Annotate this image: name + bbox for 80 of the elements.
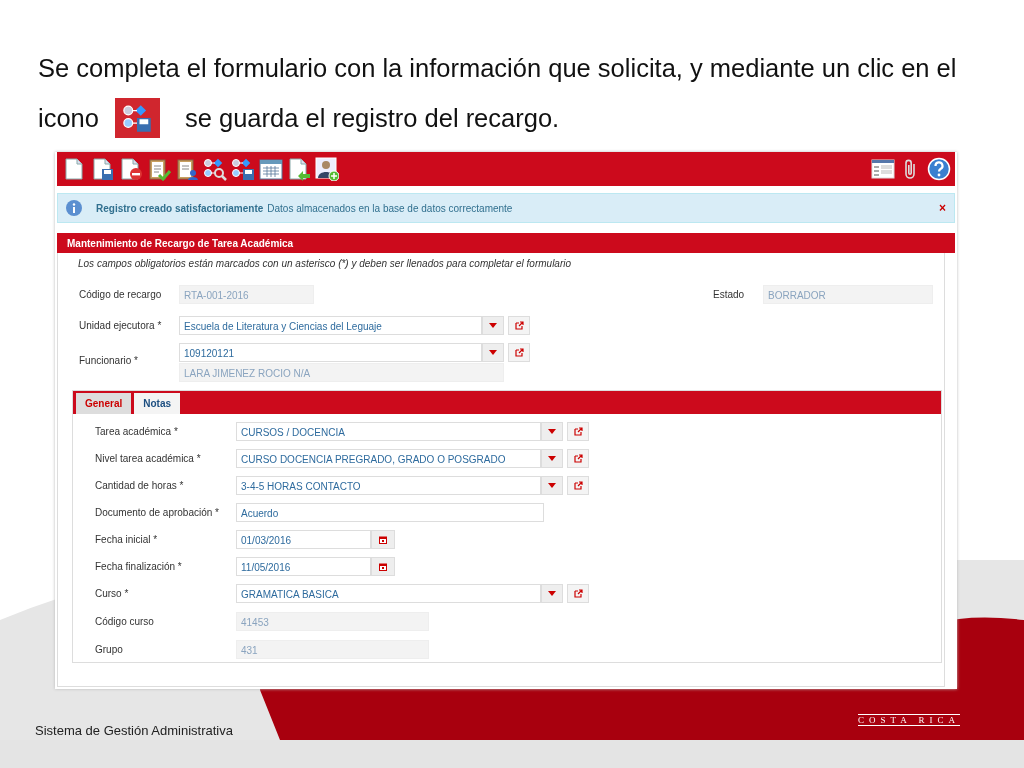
open-link-button[interactable] [567, 422, 589, 441]
external-link-icon [514, 348, 524, 357]
caret-icon [548, 456, 556, 461]
dropdown-field[interactable]: Escuela de Literatura y Ciencias del Leguaje [179, 316, 482, 335]
dropdown-button[interactable] [482, 316, 504, 335]
caret-icon [548, 429, 556, 434]
help-icon[interactable] [927, 157, 951, 181]
input-field[interactable]: Acuerdo [236, 503, 544, 522]
dropdown-button[interactable] [541, 422, 563, 441]
field-label: Estado [713, 289, 746, 300]
field-label: Documento de aprobación * [95, 507, 220, 518]
field-label: Unidad ejecutora * [78, 320, 163, 331]
field-label: Cantidad de horas * [95, 480, 185, 491]
dropdown-field[interactable]: GRAMATICA BASICA [236, 584, 541, 603]
readonly-field: LARA JIMENEZ ROCIO N/A [179, 363, 504, 382]
clipboard-user-icon[interactable] [175, 157, 199, 181]
dropdown-field[interactable]: CURSOS / DOCENCIA [236, 422, 541, 441]
flowchart-save-icon[interactable] [231, 157, 255, 181]
calendar-icon [379, 562, 387, 571]
dropdown-field[interactable]: 109120121 [179, 343, 482, 362]
dropdown-field[interactable]: 3-4-5 HORAS CONTACTO [236, 476, 541, 495]
alert-title: Registro creado satisfactoriamente [96, 202, 264, 214]
readonly-field: BORRADOR [763, 285, 933, 304]
open-link-button[interactable] [508, 343, 530, 362]
external-link-icon [573, 427, 583, 436]
field-label: Curso * [95, 588, 130, 599]
tab[interactable]: General [76, 393, 132, 414]
dropdown-field[interactable]: CURSO DOCENCIA PREGRADO, GRADO O POSGRADO [236, 449, 541, 468]
document-arrow-icon[interactable] [287, 157, 311, 181]
caret-icon [548, 591, 556, 596]
open-link-button[interactable] [567, 476, 589, 495]
dropdown-button[interactable] [541, 584, 563, 603]
caption-text: icono [38, 103, 99, 133]
dropdown-button[interactable] [541, 476, 563, 495]
field-label: Tarea académica * [95, 426, 179, 437]
calendar-icon [379, 535, 387, 544]
field-label: Fecha inicial * [95, 534, 159, 545]
field-label: Grupo [95, 644, 124, 655]
flowchart-save-icon [114, 98, 160, 138]
readonly-field: RTA-001-2016 [179, 285, 314, 304]
open-link-button[interactable] [508, 316, 530, 335]
external-link-icon [573, 589, 583, 598]
open-link-button[interactable] [567, 449, 589, 468]
readonly-field: 41453 [236, 612, 429, 631]
field-label: Código curso [95, 616, 155, 627]
dropdown-button[interactable] [482, 343, 504, 362]
input-field[interactable]: 01/03/2016 [236, 530, 371, 549]
external-link-icon [573, 454, 583, 463]
readonly-field: 431 [236, 640, 429, 659]
flowchart-search-icon[interactable] [203, 157, 227, 181]
field-label: Funcionario * [78, 355, 139, 366]
panel-title: Mantenimiento de Recargo de Tarea Académica [57, 233, 955, 253]
user-add-icon[interactable] [315, 157, 339, 181]
field-label: Código de recargo [78, 289, 163, 300]
required-note: Los campos obligatorios están marcados con un asterisco (*) y deben ser llenados para completar el formulario [77, 257, 573, 269]
input-field[interactable]: 11/05/2016 [236, 557, 371, 576]
external-link-icon [514, 321, 524, 330]
open-link-button[interactable] [567, 584, 589, 603]
calendar-window-icon[interactable] [259, 157, 283, 181]
close-button[interactable]: × [939, 201, 946, 215]
field-label: Nivel tarea académica * [95, 453, 202, 464]
footer-country: COSTA RICA [858, 714, 961, 726]
calendar-button[interactable] [371, 557, 395, 576]
caret-icon [489, 323, 497, 328]
caption-text: se guarda el registro del recargo. [184, 103, 560, 133]
document-save-icon[interactable] [91, 157, 115, 181]
form-window-icon[interactable] [871, 157, 895, 181]
caret-icon [489, 350, 497, 355]
info-icon [66, 200, 82, 216]
alert-message: Datos almacenados en la base de datos correctamente [267, 202, 513, 214]
external-link-icon [573, 481, 583, 490]
footer-subtitle: Sistema de Gestión Administrativa [35, 723, 233, 738]
clipboard-check-icon[interactable] [147, 157, 171, 181]
dropdown-button[interactable] [541, 449, 563, 468]
tab[interactable]: Notas [134, 393, 181, 414]
calendar-button[interactable] [371, 530, 395, 549]
caption-text: Se completa el formulario con la información que solicita, y mediante un clic en el [38, 53, 957, 83]
caret-icon [548, 483, 556, 488]
field-label: Fecha finalización * [95, 561, 183, 572]
document-remove-icon[interactable] [119, 157, 143, 181]
